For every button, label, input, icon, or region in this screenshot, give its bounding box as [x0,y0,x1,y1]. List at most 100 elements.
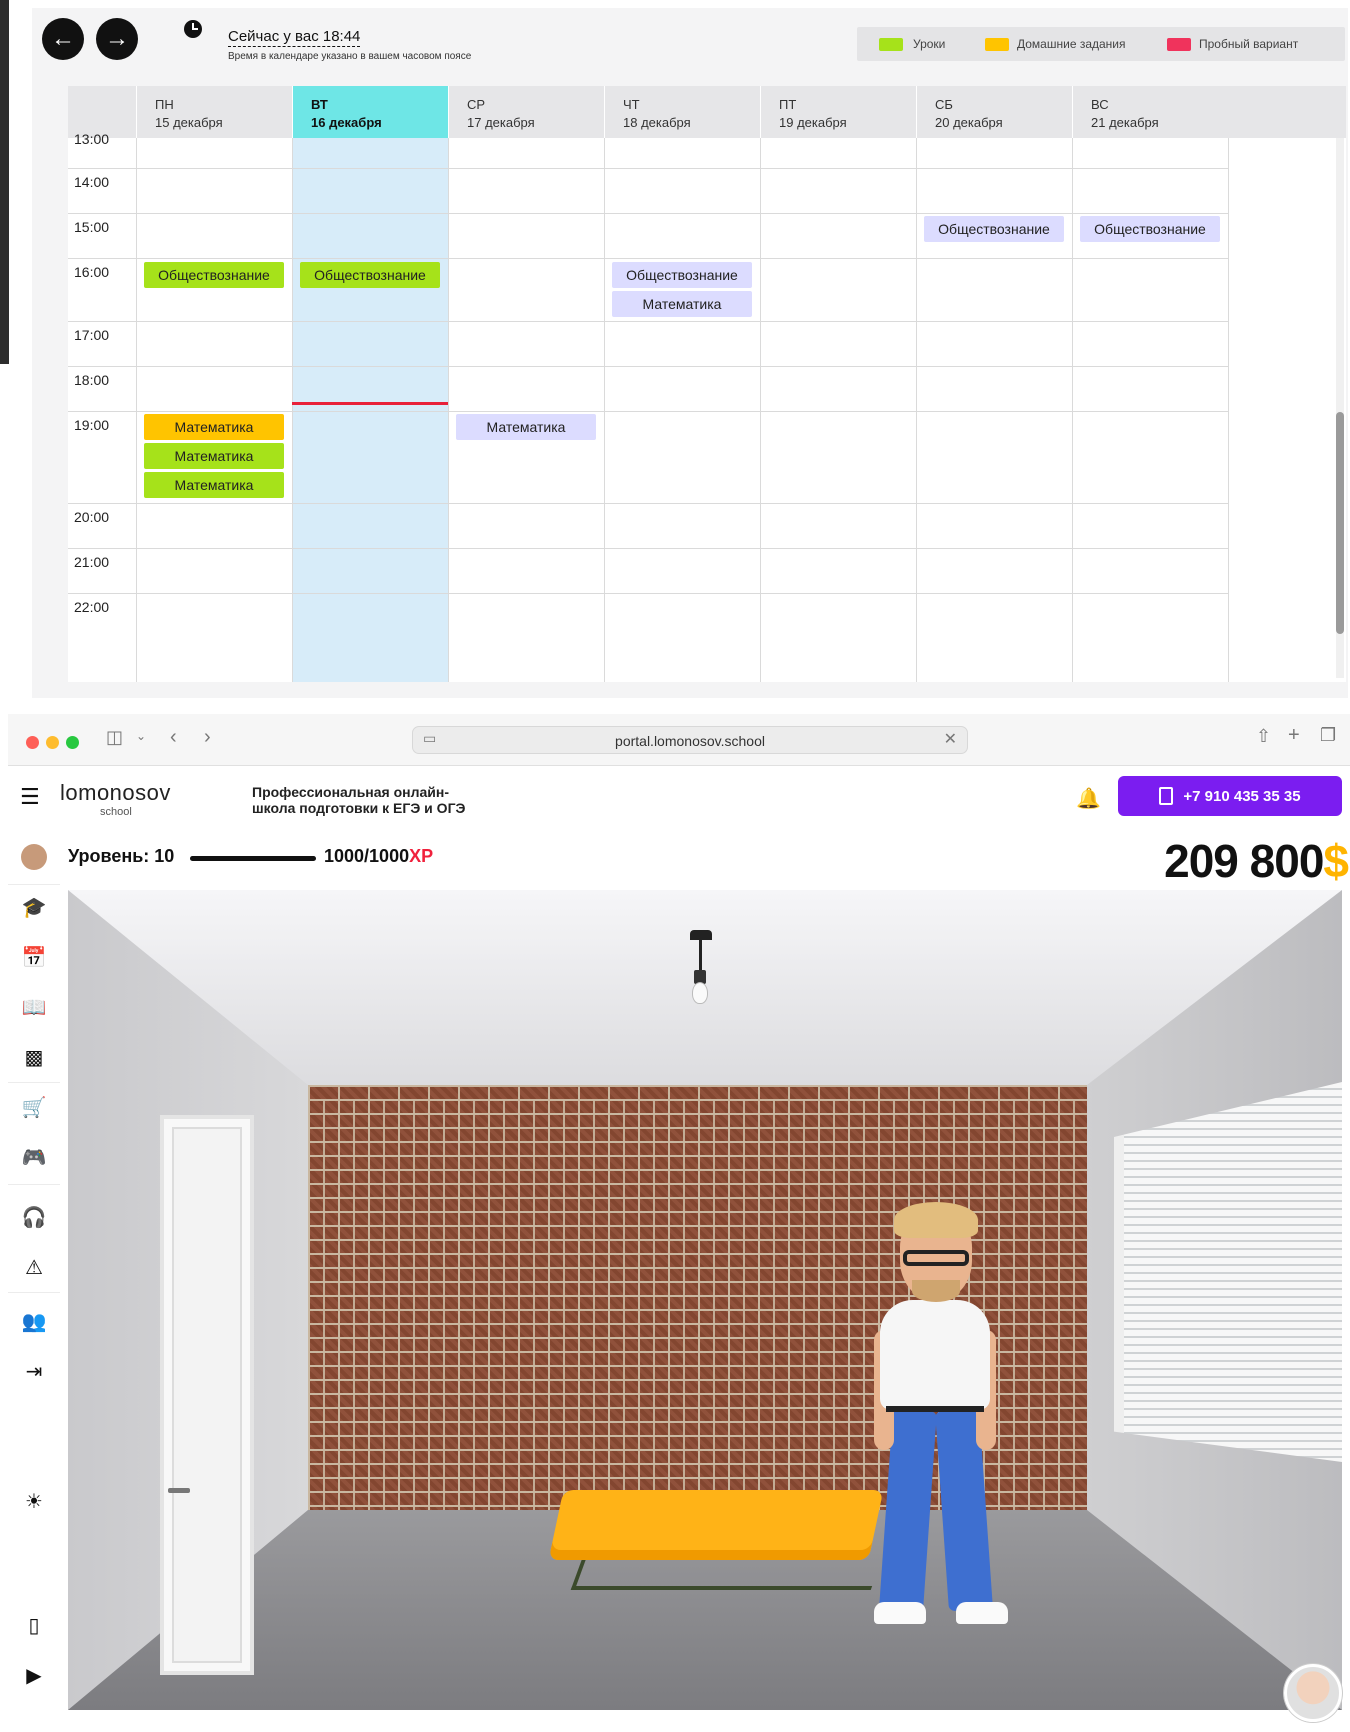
legend-swatch-lessons [879,38,903,51]
address-bar[interactable]: ▭ portal.lomonosov.school ✕ [412,726,968,754]
clear-url-icon[interactable]: ✕ [944,729,957,749]
legend-label-trial: Пробный вариант [1199,37,1299,51]
site-header: ☰ lomonosov school Профессиональная онла… [8,766,1350,832]
phone-button[interactable]: +7 910 435 35 35 [1118,776,1342,816]
event-math[interactable]: Математика [456,414,596,440]
sidebar: 🎓 📅 📖 ▩ 🛒 🎮 🎧 ⚠ 👥 ⇥ ☀ ▯ ▶ [8,832,60,1732]
logo[interactable]: lomonosov [60,780,171,806]
legend-label-lessons: Уроки [913,37,946,51]
xp-value: 1000/1000XP [324,846,434,866]
maximize-window-button[interactable] [66,736,79,749]
timezone-note: Время в календаре указано в вашем часово… [228,51,472,62]
event-math[interactable]: Математика [144,443,284,469]
tabs-overview-icon[interactable]: ❐ [1320,725,1336,746]
day-header-wed[interactable]: СР 17 декабря [448,86,604,138]
day-header-thu[interactable]: ЧТ 18 декабря [604,86,760,138]
xp-progress-bar [190,856,316,861]
graduation-cap-icon[interactable]: 🎓 [21,894,47,920]
next-week-button[interactable]: → [96,18,138,60]
legend-swatch-trial [1167,38,1191,51]
book-icon[interactable]: 📖 [21,994,47,1020]
level-label: Уровень: 10 [68,846,175,866]
logout-icon[interactable]: ⇥ [21,1358,47,1384]
day-header-mon[interactable]: ПН 15 декабря [136,86,292,138]
day-header-sat[interactable]: СБ 20 декабря [916,86,1072,138]
sidebar-divider [8,1292,60,1293]
door-handle [168,1488,190,1493]
time-label: 18:00 [74,372,110,388]
door[interactable] [160,1115,254,1675]
event-social-studies[interactable]: Обществознание [144,262,284,288]
cart-icon[interactable]: 🛒 [21,1094,47,1120]
game-room-scene[interactable] [68,890,1342,1710]
grid-divider [1072,138,1073,682]
sidebar-toggle-icon[interactable]: ◫ [106,727,123,748]
clock-icon [184,20,202,38]
time-label: 13:00 [74,131,110,147]
event-math[interactable]: Математика [144,472,284,498]
day-header-tue[interactable]: ВТ 16 декабря [292,86,448,138]
avatar-belt [886,1406,984,1412]
grid-divider [136,138,137,682]
close-window-button[interactable] [26,736,39,749]
legend-label-homework: Домашние задания [1017,37,1126,51]
event-social-studies[interactable]: Обществознание [924,216,1064,242]
tagline-line-1: Профессиональная онлайн- [252,784,450,800]
event-social-studies[interactable]: Обществознание [1080,216,1220,242]
grid-divider [68,258,1228,259]
tagline: Профессиональная онлайн- школа подготовк… [252,784,465,816]
day-header-sun[interactable]: ВС 21 декабря [1072,86,1228,138]
sun-icon[interactable]: ☀ [21,1488,47,1514]
new-tab-icon[interactable]: + [1288,724,1300,747]
back-icon[interactable]: ‹ [170,726,177,749]
xp-progress-fill [190,856,316,861]
event-social-studies[interactable]: Обществознание [612,262,752,288]
gamepad-icon[interactable]: 🎮 [21,1144,47,1170]
scrollbar-thumb[interactable] [1336,412,1344,634]
minimize-window-button[interactable] [46,736,59,749]
headset-icon[interactable]: 🎧 [21,1204,47,1230]
day-header-fri[interactable]: ПТ 19 декабря [760,86,916,138]
share-icon[interactable]: ⇧ [1256,726,1271,747]
avatar-shoe [874,1602,926,1624]
time-label: 17:00 [74,327,110,343]
calendar-icon[interactable]: 📅 [21,944,47,970]
profile-avatar[interactable] [21,844,47,870]
url-text: portal.lomonosov.school [615,733,765,749]
today-column [292,138,448,682]
chevron-down-icon[interactable]: ⌄ [136,729,146,743]
browser-window: ◫ ⌄ ‹ › ▭ portal.lomonosov.school ✕ ⇧ + … [8,714,1350,1732]
avatar-shoe [956,1602,1008,1624]
sidebar-divider [8,1184,60,1185]
grid-divider [68,593,1228,594]
time-label: 15:00 [74,219,110,235]
forward-icon[interactable]: › [204,726,211,749]
light-bulb-icon[interactable] [692,982,708,1004]
youtube-icon[interactable]: ▶ [21,1662,47,1688]
current-time: Сейчас у вас 18:44 [228,28,361,47]
grid-divider [760,138,761,682]
event-social-studies[interactable]: Обществознание [300,262,440,288]
phone-icon[interactable]: ▯ [21,1612,47,1638]
grid-divider [68,411,1228,412]
legend-swatch-homework [985,38,1009,51]
window-blinds [1114,1082,1342,1462]
sidebar-divider [8,1082,60,1083]
chat-assistant-avatar[interactable] [1284,1664,1342,1722]
warning-icon[interactable]: ⚠ [21,1254,47,1280]
event-math[interactable]: Математика [612,291,752,317]
tagline-line-2: школа подготовки к ЕГЭ и ОГЭ [252,800,466,816]
time-label: 16:00 [74,264,110,280]
menu-icon[interactable]: ☰ [20,784,40,810]
bell-icon[interactable]: 🔔 [1076,786,1101,811]
users-icon[interactable]: 👥 [21,1308,47,1334]
chart-icon[interactable]: ▩ [21,1044,47,1070]
folding-cot[interactable] [548,1490,884,1560]
prev-week-button[interactable]: ← [42,18,84,60]
grid-divider [292,138,293,682]
phone-icon [1159,787,1174,805]
event-math[interactable]: Математика [144,414,284,440]
phone-number: +7 910 435 35 35 [1183,787,1301,805]
grid-divider [68,213,1228,214]
avatar-shirt [880,1300,990,1410]
